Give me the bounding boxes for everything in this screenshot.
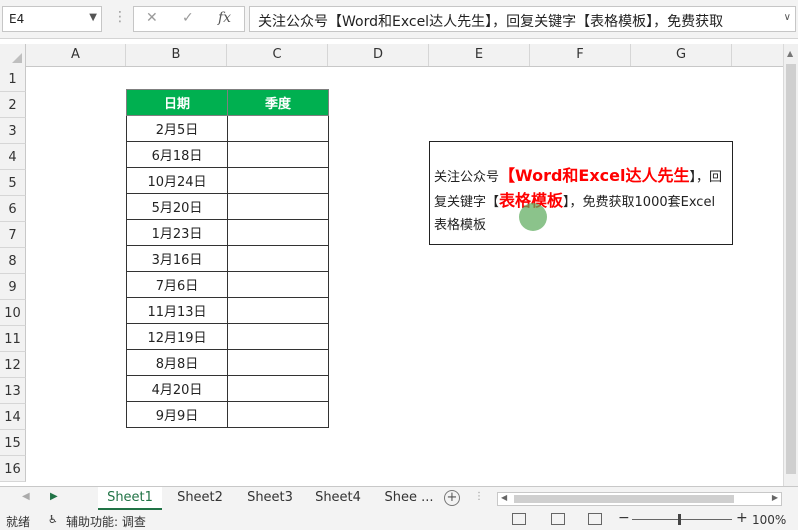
row-header[interactable]: 1 bbox=[0, 66, 26, 92]
insert-function-icon[interactable]: fx bbox=[218, 10, 231, 26]
quarter-cell[interactable] bbox=[227, 115, 329, 142]
click-indicator bbox=[519, 203, 547, 231]
quarter-cell[interactable] bbox=[227, 401, 329, 428]
row-header[interactable]: 3 bbox=[0, 118, 26, 144]
vertical-scrollbar[interactable]: ▲ bbox=[783, 44, 798, 486]
formula-bar: E4 ▼ ⋮ ✕ ✓ fx 关注公众号【Word和Excel达人先生】，回复关键… bbox=[0, 0, 798, 39]
date-cell[interactable]: 11月13日 bbox=[126, 297, 228, 324]
select-all-button[interactable] bbox=[0, 44, 26, 66]
quarter-cell[interactable] bbox=[227, 167, 329, 194]
promo-textbox[interactable]: 关注公众号【Word和Excel达人先生】，回复关键字【表格模板】，免费获取10… bbox=[429, 141, 733, 245]
date-cell[interactable]: 9月9日 bbox=[126, 401, 228, 428]
accessibility-icon[interactable]: ♿ bbox=[48, 513, 58, 526]
date-cell[interactable]: 10月24日 bbox=[126, 167, 228, 194]
date-cell[interactable]: 3月16日 bbox=[126, 245, 228, 272]
quarter-cell[interactable] bbox=[227, 141, 329, 168]
quarter-cell[interactable] bbox=[227, 193, 329, 220]
column-header-e[interactable]: E bbox=[429, 44, 530, 66]
row-header[interactable]: 10 bbox=[0, 300, 26, 326]
date-cell[interactable]: 7月6日 bbox=[126, 271, 228, 298]
tab-sheet1[interactable]: Sheet1 bbox=[98, 487, 162, 510]
quarter-cell[interactable] bbox=[227, 271, 329, 298]
status-ready: 就绪 bbox=[6, 515, 31, 529]
column-header-b[interactable]: B bbox=[126, 44, 227, 66]
normal-view-icon[interactable] bbox=[512, 513, 526, 525]
quarter-cell[interactable] bbox=[227, 323, 329, 350]
vertical-scroll-thumb[interactable] bbox=[786, 64, 796, 474]
horizontal-scrollbar[interactable]: ◀ ▶ bbox=[497, 492, 782, 506]
row-header[interactable]: 15 bbox=[0, 430, 26, 456]
column-header-c[interactable]: C bbox=[227, 44, 328, 66]
zoom-slider[interactable] bbox=[632, 519, 732, 520]
row-header[interactable]: 7 bbox=[0, 222, 26, 248]
quarter-cell[interactable] bbox=[227, 219, 329, 246]
spreadsheet-grid[interactable]: A B C D E F G 1 2 3 4 5 6 7 8 9 10 11 12… bbox=[0, 44, 783, 486]
row-header[interactable]: 4 bbox=[0, 144, 26, 170]
quarter-cell[interactable] bbox=[227, 375, 329, 402]
date-cell[interactable]: 8月8日 bbox=[126, 349, 228, 376]
date-cell[interactable]: 2月5日 bbox=[126, 115, 228, 142]
tab-sheet4[interactable]: Sheet4 bbox=[306, 487, 370, 510]
add-sheet-icon[interactable]: + bbox=[444, 490, 460, 506]
column-header-g[interactable]: G bbox=[631, 44, 732, 66]
more-options-icon[interactable]: ⋮ bbox=[474, 491, 484, 502]
formula-input[interactable]: 关注公众号【Word和Excel达人先生】，回复关键字【表格模板】，免费获取 ∨ bbox=[249, 6, 796, 32]
scroll-left-icon[interactable]: ◀ bbox=[501, 493, 507, 502]
tab-more-sheets[interactable]: Shee ... bbox=[378, 487, 440, 510]
row-header[interactable]: 5 bbox=[0, 170, 26, 196]
textbox-highlight: 【Word和Excel达人先生 bbox=[499, 166, 690, 185]
page-layout-icon[interactable] bbox=[551, 513, 565, 525]
row-header[interactable]: 13 bbox=[0, 378, 26, 404]
header-cell-date[interactable]: 日期 bbox=[126, 89, 228, 116]
row-header[interactable]: 16 bbox=[0, 456, 26, 482]
page-break-view-icon[interactable] bbox=[588, 513, 602, 525]
quarter-cell[interactable] bbox=[227, 245, 329, 272]
column-header-f[interactable]: F bbox=[530, 44, 631, 66]
row-header[interactable]: 14 bbox=[0, 404, 26, 430]
row-header[interactable]: 12 bbox=[0, 352, 26, 378]
sheet-tab-bar: ◀ ▶ Sheet1 Sheet2 Sheet3 Sheet4 Shee ...… bbox=[0, 486, 798, 510]
column-header-a[interactable]: A bbox=[26, 44, 126, 66]
zoom-in-icon[interactable]: + bbox=[736, 510, 748, 526]
row-header[interactable]: 8 bbox=[0, 248, 26, 274]
quarter-cell[interactable] bbox=[227, 349, 329, 376]
row-header[interactable]: 6 bbox=[0, 196, 26, 222]
expand-formula-icon[interactable]: ∨ bbox=[784, 12, 791, 23]
column-headers: A B C D E F G bbox=[0, 44, 783, 67]
drag-handle-icon[interactable]: ⋮ bbox=[113, 9, 127, 25]
row-header[interactable]: 9 bbox=[0, 274, 26, 300]
prev-sheet-icon[interactable]: ◀ bbox=[22, 491, 30, 502]
row-header[interactable]: 11 bbox=[0, 326, 26, 352]
textbox-text: 关注公众号 bbox=[434, 170, 500, 185]
zoom-slider-thumb[interactable] bbox=[678, 514, 681, 525]
date-cell[interactable]: 12月19日 bbox=[126, 323, 228, 350]
name-box[interactable]: E4 ▼ bbox=[2, 6, 102, 32]
next-sheet-icon[interactable]: ▶ bbox=[50, 491, 58, 502]
date-table: 日期 季度 2月5日 6月18日 10月24日 5月20日 1月23日 3月16… bbox=[126, 89, 329, 428]
formula-buttons: ✕ ✓ fx bbox=[133, 6, 245, 32]
accessibility-status[interactable]: 辅助功能: 调查 bbox=[66, 513, 146, 530]
header-cell-quarter[interactable]: 季度 bbox=[227, 89, 329, 116]
tab-sheet3[interactable]: Sheet3 bbox=[238, 487, 302, 510]
column-header-d[interactable]: D bbox=[328, 44, 429, 66]
zoom-out-icon[interactable]: − bbox=[618, 510, 630, 526]
enter-icon[interactable]: ✓ bbox=[182, 10, 194, 26]
date-cell[interactable]: 1月23日 bbox=[126, 219, 228, 246]
chevron-down-icon[interactable]: ▼ bbox=[89, 12, 97, 23]
formula-text: 关注公众号【Word和Excel达人先生】，回复关键字【表格模板】，免费获取 bbox=[258, 14, 724, 30]
scroll-right-icon[interactable]: ▶ bbox=[772, 493, 778, 502]
date-cell[interactable]: 6月18日 bbox=[126, 141, 228, 168]
quarter-cell[interactable] bbox=[227, 297, 329, 324]
date-cell[interactable]: 4月20日 bbox=[126, 375, 228, 402]
horizontal-scroll-thumb[interactable] bbox=[514, 495, 734, 503]
name-box-value: E4 bbox=[9, 12, 25, 26]
row-header[interactable]: 2 bbox=[0, 92, 26, 118]
zoom-level[interactable]: 100% bbox=[752, 513, 786, 527]
tab-sheet2[interactable]: Sheet2 bbox=[168, 487, 232, 510]
date-cell[interactable]: 5月20日 bbox=[126, 193, 228, 220]
scroll-up-icon[interactable]: ▲ bbox=[787, 49, 793, 58]
cancel-icon[interactable]: ✕ bbox=[146, 10, 158, 26]
status-bar: 就绪 ♿ 辅助功能: 调查 − + 100% bbox=[0, 510, 798, 530]
